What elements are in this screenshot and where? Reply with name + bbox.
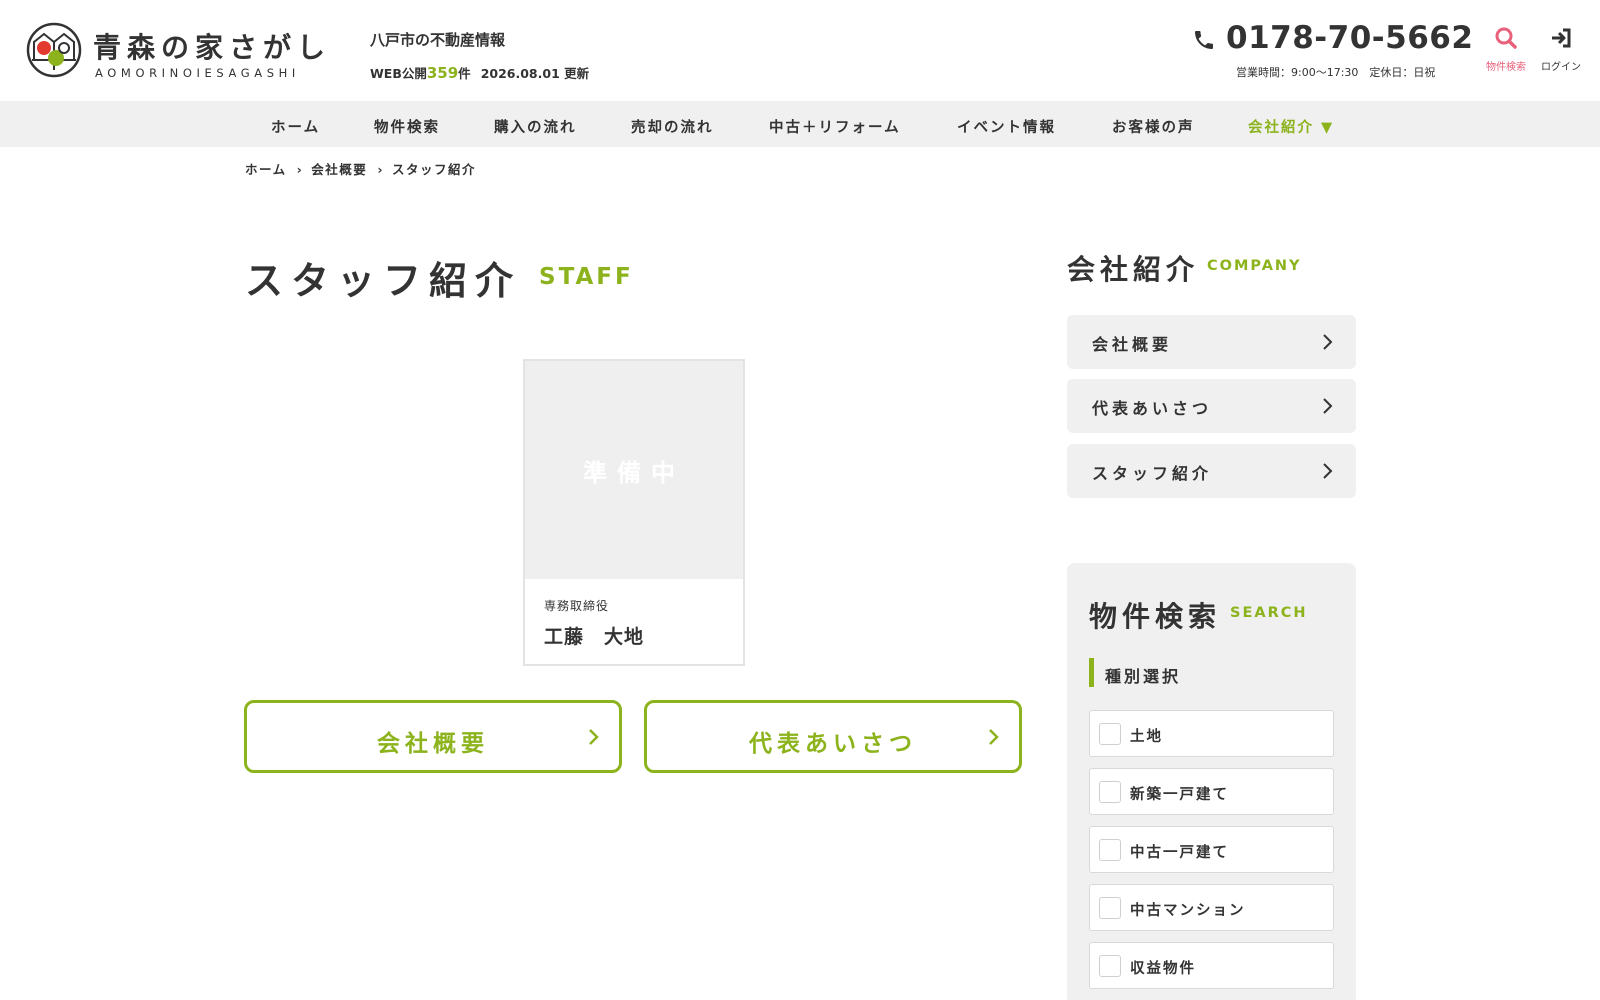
header-search-label: 物件検索 bbox=[1486, 62, 1526, 73]
chevron-right-icon bbox=[1323, 463, 1333, 479]
search-panel-title: 物件検索 bbox=[1089, 600, 1222, 633]
checkbox-label: 中古一戸建て bbox=[1130, 845, 1229, 861]
type-select-label: 種別選択 bbox=[1105, 667, 1182, 686]
header-login-label: ログイン bbox=[1541, 62, 1581, 73]
chevron-right-icon bbox=[989, 729, 999, 745]
page-title: スタッフ紹介 bbox=[245, 259, 522, 303]
nav-item-home[interactable]: ホーム bbox=[271, 116, 320, 137]
header-search-button[interactable]: 物件検索 bbox=[1478, 26, 1534, 76]
logo-title[interactable]: 青森の家さがし bbox=[93, 26, 331, 66]
company-overview-button[interactable]: 会社概要 bbox=[244, 700, 622, 773]
ceo-greeting-button-label: 代表あいさつ bbox=[749, 731, 917, 757]
breadcrumb-current: スタッフ紹介 bbox=[391, 162, 476, 177]
stats-unit: 件 bbox=[458, 66, 471, 81]
global-nav: ホーム 物件検索 購入の流れ 売却の流れ 中古＋リフォーム イベント情報 お客様… bbox=[0, 101, 1600, 147]
chevron-right-icon bbox=[1323, 398, 1333, 414]
staff-name: 工藤 大地 bbox=[544, 626, 645, 648]
checkbox[interactable] bbox=[1099, 781, 1121, 803]
nav-item-reform[interactable]: 中古＋リフォーム bbox=[769, 116, 901, 137]
nav-item-purchase-flow[interactable]: 購入の流れ bbox=[494, 116, 577, 137]
chevron-right-icon: › bbox=[296, 162, 304, 177]
login-icon bbox=[1552, 28, 1571, 48]
nav-item-events[interactable]: イベント情報 bbox=[957, 116, 1056, 137]
staff-card: 準備中 専務取締役 工藤 大地 bbox=[523, 359, 745, 666]
checkbox-option-land[interactable]: 土地 bbox=[1089, 710, 1334, 757]
sidebar-company-title-en: COMPANY bbox=[1207, 258, 1302, 274]
checkbox[interactable] bbox=[1099, 955, 1121, 977]
listing-count: 359 bbox=[426, 64, 459, 82]
breadcrumb: ホーム › 会社概要 › スタッフ紹介 bbox=[245, 159, 476, 178]
sidebar-link-ceo-greeting[interactable]: 代表あいさつ bbox=[1067, 379, 1356, 433]
sidebar-link-label: 会社概要 bbox=[1092, 335, 1173, 354]
checkbox-label: 収益物件 bbox=[1130, 961, 1196, 977]
chevron-right-icon bbox=[1323, 334, 1333, 350]
sidebar-company-title: 会社紹介 bbox=[1067, 253, 1200, 286]
nav-item-company[interactable]: 会社紹介 ▼ bbox=[1248, 116, 1334, 137]
checkbox-option-used-house[interactable]: 中古一戸建て bbox=[1089, 826, 1334, 873]
logo-subtitle: AOMORINOIESAGASHI bbox=[95, 66, 300, 80]
checkbox[interactable] bbox=[1099, 897, 1121, 919]
stats-prefix: WEB公開 bbox=[370, 66, 427, 81]
checkbox-label: 土地 bbox=[1130, 729, 1163, 745]
staff-role: 専務取締役 bbox=[544, 599, 610, 613]
section-accent-bar bbox=[1089, 658, 1094, 687]
site-header: 青森の家さがし AOMORINOIESAGASHI 八戸市の不動産情報 WEB公… bbox=[0, 0, 1600, 101]
photo-placeholder-text: 準備中 bbox=[583, 459, 685, 487]
header-login-button[interactable]: ログイン bbox=[1533, 26, 1589, 76]
logo-icon[interactable] bbox=[26, 22, 82, 78]
checkbox[interactable] bbox=[1099, 839, 1121, 861]
nav-item-voices[interactable]: お客様の声 bbox=[1112, 116, 1195, 137]
sidebar-link-company-overview[interactable]: 会社概要 bbox=[1067, 315, 1356, 369]
update-label: 更新 bbox=[564, 66, 590, 81]
phone-number[interactable]: 0178-70-5662 bbox=[1226, 20, 1473, 56]
breadcrumb-company[interactable]: 会社概要 bbox=[311, 162, 367, 177]
sidebar-link-label: スタッフ紹介 bbox=[1092, 464, 1213, 483]
search-icon bbox=[1495, 27, 1517, 49]
phone-icon bbox=[1195, 31, 1213, 49]
page-title-en: STAFF bbox=[539, 264, 634, 290]
company-overview-button-label: 会社概要 bbox=[377, 731, 489, 757]
update-date: 2026.08.01 bbox=[480, 66, 560, 81]
site-description: 八戸市の不動産情報 bbox=[370, 31, 506, 49]
business-hours: 営業時間：9:00〜17:30 定休日：日祝 bbox=[1236, 66, 1436, 79]
sidebar-link-staff[interactable]: スタッフ紹介 bbox=[1067, 444, 1356, 498]
chevron-right-icon bbox=[589, 729, 599, 745]
breadcrumb-home[interactable]: ホーム bbox=[245, 162, 287, 177]
chevron-right-icon: › bbox=[377, 162, 384, 177]
staff-photo: 準備中 bbox=[525, 361, 743, 579]
search-panel-title-en: SEARCH bbox=[1230, 605, 1308, 621]
nav-item-property-search[interactable]: 物件検索 bbox=[374, 116, 440, 137]
listing-stats: WEB公開359件 2026.08.01 更新 bbox=[370, 63, 589, 82]
checkbox-option-new-house[interactable]: 新築一戸建て bbox=[1089, 768, 1334, 815]
nav-item-sale-flow[interactable]: 売却の流れ bbox=[631, 116, 714, 137]
checkbox[interactable] bbox=[1099, 723, 1121, 745]
property-search-panel: 物件検索 SEARCH 種別選択 土地 新築一戸建て 中古一戸建て 中古マンショ… bbox=[1067, 563, 1356, 1000]
checkbox-label: 中古マンション bbox=[1130, 903, 1246, 919]
checkbox-option-used-condo[interactable]: 中古マンション bbox=[1089, 884, 1334, 931]
ceo-greeting-button[interactable]: 代表あいさつ bbox=[644, 700, 1022, 773]
checkbox-label: 新築一戸建て bbox=[1130, 787, 1229, 803]
checkbox-option-investment[interactable]: 収益物件 bbox=[1089, 942, 1334, 989]
sidebar-link-label: 代表あいさつ bbox=[1092, 399, 1213, 418]
